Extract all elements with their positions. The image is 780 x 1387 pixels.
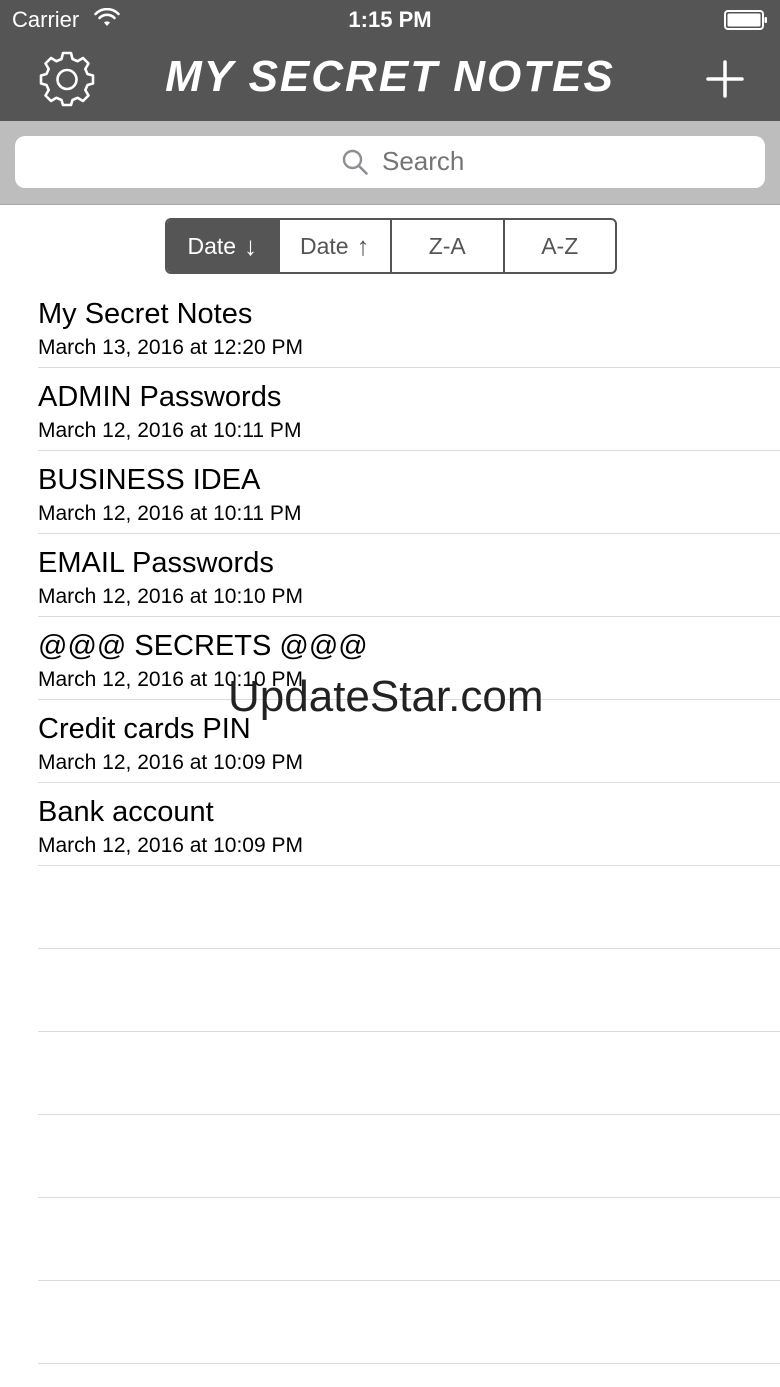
note-row[interactable]: BUSINESS IDEA March 12, 2016 at 10:11 PM: [0, 451, 780, 534]
battery-icon: [724, 10, 767, 30]
plus-icon[interactable]: [706, 60, 744, 98]
note-date: March 12, 2016 at 10:11 PM: [38, 502, 302, 525]
sort-date-desc-segment[interactable]: Date ↓: [167, 220, 280, 272]
empty-row: [0, 866, 780, 949]
sort-date-asc-label: Date: [299, 232, 349, 259]
search-field[interactable]: [15, 136, 765, 188]
sort-segmented-control: Date ↓ Date ↑ Z-A A-Z: [165, 218, 617, 274]
search-input[interactable]: [382, 146, 682, 177]
empty-row: [0, 1281, 780, 1364]
arrow-down-icon: ↓: [244, 230, 258, 261]
note-row[interactable]: Credit cards PIN March 12, 2016 at 10:09…: [0, 700, 780, 783]
sort-date-asc-segment[interactable]: Date ↑: [280, 220, 392, 272]
sort-a-z-segment[interactable]: A-Z: [505, 220, 616, 272]
note-title: Bank account: [38, 796, 214, 828]
note-date: March 12, 2016 at 10:10 PM: [38, 585, 303, 608]
note-date: March 12, 2016 at 10:11 PM: [38, 419, 302, 442]
search-bar: [0, 121, 780, 205]
note-date: March 12, 2016 at 10:10 PM: [38, 668, 303, 691]
note-row[interactable]: My Secret Notes March 13, 2016 at 12:20 …: [0, 285, 780, 368]
note-title: EMAIL Passwords: [38, 547, 274, 579]
notes-list: My Secret Notes March 13, 2016 at 12:20 …: [0, 285, 780, 1364]
sort-a-z-label: A-Z: [541, 232, 579, 259]
note-row[interactable]: Bank account March 12, 2016 at 10:09 PM: [0, 783, 780, 866]
search-icon: [342, 149, 368, 175]
note-title: Credit cards PIN: [38, 713, 251, 745]
note-row[interactable]: ADMIN Passwords March 12, 2016 at 10:11 …: [0, 368, 780, 451]
note-title: @@@ SECRETS @@@: [38, 630, 368, 662]
note-title: BUSINESS IDEA: [38, 464, 261, 496]
sort-z-a-label: Z-A: [428, 232, 466, 259]
navigation-bar: MY SECRET NOTES: [0, 40, 780, 121]
note-title: ADMIN Passwords: [38, 381, 282, 413]
status-bar: Carrier 1:15 PM: [0, 0, 780, 40]
note-title: My Secret Notes: [38, 298, 253, 330]
empty-row: [0, 1198, 780, 1281]
note-date: March 12, 2016 at 10:09 PM: [38, 834, 303, 857]
sort-date-desc-label: Date: [187, 232, 237, 259]
status-time: 1:15 PM: [348, 7, 432, 32]
empty-row: [0, 949, 780, 1032]
app-title: MY SECRET NOTES: [165, 52, 615, 101]
sort-z-a-segment[interactable]: Z-A: [392, 220, 505, 272]
arrow-up-icon: ↑: [356, 230, 370, 261]
note-row[interactable]: @@@ SECRETS @@@ March 12, 2016 at 10:10 …: [0, 617, 780, 700]
empty-row: [0, 1115, 780, 1198]
note-date: March 12, 2016 at 10:09 PM: [38, 751, 303, 774]
note-date: March 13, 2016 at 12:20 PM: [38, 336, 303, 359]
row-separator: [38, 1363, 780, 1364]
empty-row: [0, 1032, 780, 1115]
note-row[interactable]: EMAIL Passwords March 12, 2016 at 10:10 …: [0, 534, 780, 617]
